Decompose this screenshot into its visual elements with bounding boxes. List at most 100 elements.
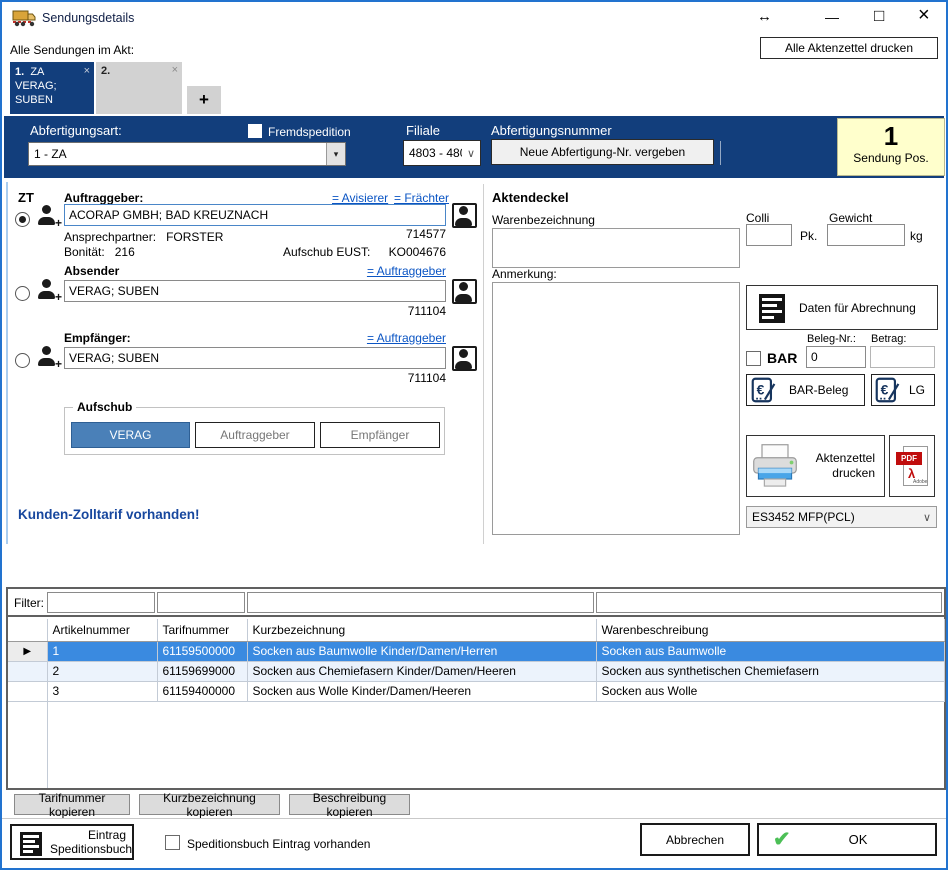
tab-shipment-2[interactable]: 2. ×: [96, 62, 182, 114]
filiale-chevron-icon[interactable]: ∨: [462, 147, 480, 160]
zolltarif-note: Kunden-Zolltarif vorhanden!: [18, 507, 200, 522]
cell-tarifnummer[interactable]: 61159699000: [157, 661, 247, 681]
filter-artikelnummer-input[interactable]: [47, 592, 155, 613]
print-all-aktenzettel-button[interactable]: Alle Aktenzettel drucken: [760, 37, 938, 59]
col-artikelnummer[interactable]: Artikelnummer: [47, 619, 157, 641]
sendungsdetails-window: Sendungsdetails ↔ — □ × Alle Sendungen i…: [0, 0, 948, 870]
filiale-value: 4803 - 480: [404, 146, 462, 160]
beleg-nr-input[interactable]: [806, 346, 866, 368]
tab1-close-icon[interactable]: ×: [84, 64, 90, 78]
filter-warenbeschreibung-input[interactable]: [596, 592, 942, 613]
bar-beleg-button[interactable]: € BAR-Beleg: [746, 374, 865, 406]
resize-icon[interactable]: ↔: [757, 8, 772, 25]
tab-shipment-1[interactable]: 1. ZA VERAG; SUBEN ×: [10, 62, 94, 114]
daten-abrechnung-label: Daten für Abrechnung: [799, 301, 916, 315]
document-lines-icon: [20, 832, 42, 856]
daten-abrechnung-button[interactable]: Daten für Abrechnung: [746, 285, 938, 330]
pdf-button[interactable]: PDF λ Adobe: [889, 435, 935, 497]
filter-label: Filter:: [14, 596, 44, 610]
empfaenger-input[interactable]: [64, 347, 446, 369]
auftraggeber-radio[interactable]: [15, 212, 30, 227]
table-row[interactable]: 3 61159400000 Socken aus Wolle Kinder/Da…: [8, 681, 944, 701]
abfertigungsart-label: Abfertigungsart:: [30, 123, 122, 138]
fraechter-link[interactable]: = Frächter: [394, 191, 449, 205]
anmerkung-label: Anmerkung:: [492, 267, 557, 281]
lg-button[interactable]: € LG: [871, 374, 935, 406]
auftraggeber-input[interactable]: [64, 204, 446, 226]
col-warenbeschreibung[interactable]: Warenbeschreibung: [596, 619, 944, 641]
eintrag-speditionsbuch-button[interactable]: EintragSpeditionsbuch: [10, 824, 134, 860]
cell-warenbeschreibung[interactable]: Socken aus Baumwolle: [596, 641, 944, 661]
printer-chevron-icon[interactable]: ∨: [918, 511, 936, 524]
absender-auftraggeber-link[interactable]: = Auftraggeber: [334, 264, 446, 278]
cell-artikelnummer[interactable]: 3: [47, 681, 157, 701]
cell-warenbeschreibung[interactable]: Socken aus synthetischen Chemiefasern: [596, 661, 944, 681]
cancel-button[interactable]: Abbrechen: [640, 823, 750, 856]
check-icon: ✔: [773, 827, 791, 852]
cell-tarifnummer[interactable]: 61159400000: [157, 681, 247, 701]
absender-lookup-button[interactable]: [452, 279, 477, 304]
gewicht-input[interactable]: [827, 224, 905, 246]
aufschub-groupbox: Aufschub VERAG Auftraggeber Empfänger: [64, 407, 445, 455]
copy-tarifnummer-button[interactable]: Tarifnummer kopieren: [14, 794, 130, 815]
add-shipment-button[interactable]: +: [187, 86, 221, 114]
absender-input[interactable]: [64, 280, 446, 302]
table-row[interactable]: 2 61159699000 Socken aus Chemiefasern Ki…: [8, 661, 944, 681]
ok-label: OK: [849, 832, 868, 847]
aufschub-empfaenger-button[interactable]: Empfänger: [320, 422, 440, 448]
ok-button[interactable]: ✔ OK: [757, 823, 937, 856]
person-icon: [455, 206, 475, 226]
cell-artikelnummer[interactable]: 1: [47, 641, 157, 661]
abfertigungsart-select[interactable]: 1 - ZA ▾: [28, 142, 346, 166]
maximize-button[interactable]: □: [874, 6, 884, 26]
col-tarifnummer[interactable]: Tarifnummer: [157, 619, 247, 641]
footer-divider: [2, 818, 948, 819]
empfaenger-radio[interactable]: [15, 353, 30, 368]
auftraggeber-lookup-button[interactable]: [452, 203, 477, 228]
betrag-input[interactable]: [870, 346, 935, 368]
cell-warenbeschreibung[interactable]: Socken aus Wolle: [596, 681, 944, 701]
col-kurzbezeichnung[interactable]: Kurzbezeichnung: [247, 619, 596, 641]
table-row[interactable]: ▶ 1 61159500000 Socken aus Baumwolle Kin…: [8, 641, 944, 661]
add-empfaenger-person-icon[interactable]: +: [38, 346, 58, 366]
cell-kurzbezeichnung[interactable]: Socken aus Baumwolle Kinder/Damen/Herren: [247, 641, 596, 661]
avisierer-link[interactable]: = Avisierer: [332, 191, 388, 205]
absender-label: Absender: [64, 264, 119, 278]
neue-abfertigungsnummer-button[interactable]: Neue Abfertigung-Nr. vergeben: [491, 139, 714, 165]
aktenzettel-drucken-button[interactable]: Aktenzetteldrucken: [746, 435, 885, 497]
cell-kurzbezeichnung[interactable]: Socken aus Chemiefasern Kinder/Damen/Hee…: [247, 661, 596, 681]
speditionsbuch-checkbox[interactable]: [165, 835, 180, 850]
colli-input[interactable]: [746, 224, 792, 246]
person-icon: [455, 349, 475, 369]
filter-kurzbezeichnung-input[interactable]: [247, 592, 594, 613]
absender-radio[interactable]: [15, 286, 30, 301]
empfaenger-lookup-button[interactable]: [452, 346, 477, 371]
close-button[interactable]: ×: [918, 4, 930, 27]
combo-arrow-icon[interactable]: ▾: [326, 143, 345, 165]
table-header-row: Artikelnummer Tarifnummer Kurzbezeichnun…: [8, 619, 944, 641]
filiale-label: Filiale: [406, 123, 440, 138]
copy-beschreibung-button[interactable]: Beschreibung kopieren: [289, 794, 410, 815]
copy-kurzbezeichnung-button[interactable]: Kurzbezeichnung kopieren: [139, 794, 280, 815]
minimize-button[interactable]: —: [825, 9, 839, 25]
add-absender-person-icon[interactable]: +: [38, 279, 58, 299]
warenbezeichnung-textarea[interactable]: [492, 228, 740, 268]
tab2-close-icon[interactable]: ×: [172, 64, 178, 76]
printer-select[interactable]: ES3452 MFP(PCL) ∨: [746, 506, 937, 528]
add-auftraggeber-person-icon[interactable]: +: [38, 205, 58, 225]
colli-label: Colli: [746, 211, 769, 225]
cell-artikelnummer[interactable]: 2: [47, 661, 157, 681]
aufschub-auftraggeber-button[interactable]: Auftraggeber: [195, 422, 315, 448]
cell-tarifnummer[interactable]: 61159500000: [157, 641, 247, 661]
auftraggeber-number: 714577: [64, 227, 446, 241]
bar-beleg-label: BAR-Beleg: [789, 383, 848, 397]
empfaenger-auftraggeber-link[interactable]: = Auftraggeber: [334, 331, 446, 345]
anmerkung-textarea[interactable]: [492, 282, 740, 535]
cell-kurzbezeichnung[interactable]: Socken aus Wolle Kinder/Damen/Heeren: [247, 681, 596, 701]
filter-tarifnummer-input[interactable]: [157, 592, 245, 613]
aufschub-verag-button[interactable]: VERAG: [71, 422, 190, 448]
fremdspedition-checkbox[interactable]: [248, 124, 262, 138]
bar-checkbox[interactable]: [746, 351, 761, 366]
filiale-select[interactable]: 4803 - 480 ∨: [403, 140, 481, 166]
pk-label: Pk.: [800, 229, 817, 243]
